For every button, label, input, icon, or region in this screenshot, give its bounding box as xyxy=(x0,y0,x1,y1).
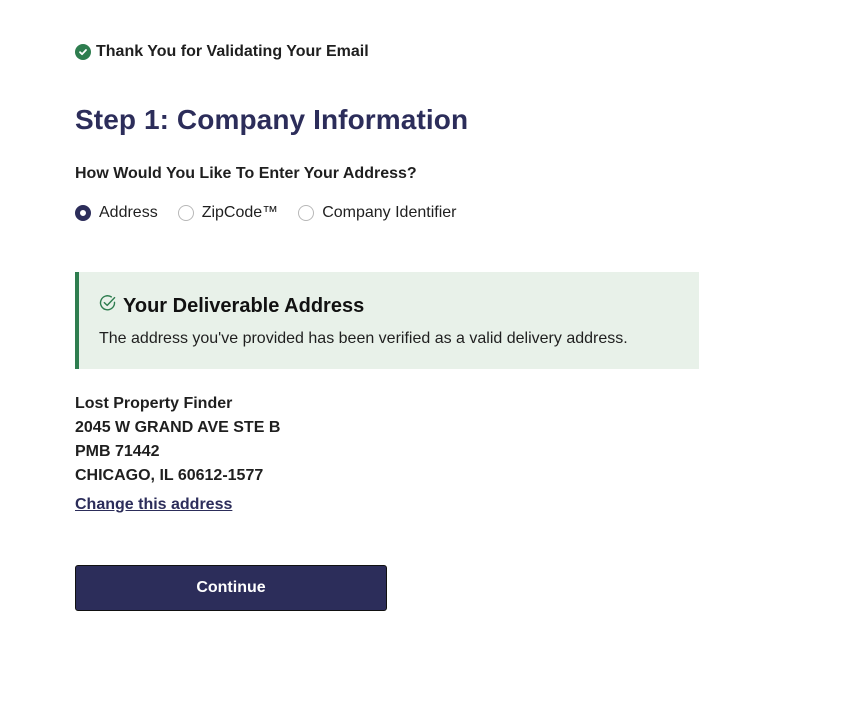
radio-label-address: Address xyxy=(99,204,158,221)
verified-address: Lost Property Finder 2045 W GRAND AVE ST… xyxy=(75,392,280,488)
deliverable-address-alert: Your Deliverable Address The address you… xyxy=(75,272,699,369)
page-title: Step 1: Company Information xyxy=(75,104,469,135)
change-address-link[interactable]: Change this address xyxy=(75,496,232,514)
page: Thank You for Validating Your Email Step… xyxy=(0,0,844,713)
radio-option-address[interactable]: Address xyxy=(75,204,158,222)
address-line-company: Lost Property Finder xyxy=(75,395,233,412)
check-circle-outline-icon xyxy=(99,294,117,318)
email-validated-text: Thank You for Validating Your Email xyxy=(96,43,369,60)
alert-heading-text: Your Deliverable Address xyxy=(123,294,365,317)
email-validated-message: Thank You for Validating Your Email xyxy=(75,43,369,61)
continue-button[interactable]: Continue xyxy=(75,565,387,611)
alert-heading: Your Deliverable Address xyxy=(99,294,679,318)
radio-label-company-identifier: Company Identifier xyxy=(322,204,457,221)
address-line-street: 2045 W GRAND AVE STE B xyxy=(75,419,281,436)
radio-button-zipcode[interactable] xyxy=(177,205,194,221)
radio-option-zipcode[interactable]: ZipCode™ xyxy=(177,204,279,222)
radio-option-company-identifier[interactable]: Company Identifier xyxy=(298,204,456,222)
address-entry-question: How Would You Like To Enter Your Address… xyxy=(75,165,417,182)
address-entry-radio-group: Address ZipCode™ Company Identifier xyxy=(75,204,456,222)
alert-body: The address you've provided has been ver… xyxy=(99,330,628,347)
address-line-pmb: PMB 71442 xyxy=(75,443,160,460)
radio-label-zipcode: ZipCode™ xyxy=(201,204,279,221)
radio-button-company-identifier[interactable] xyxy=(298,205,315,221)
address-line-city-state-zip: CHICAGO, IL 60612-1577 xyxy=(75,467,264,484)
radio-button-address[interactable] xyxy=(75,205,91,221)
check-circle-icon xyxy=(75,44,91,60)
